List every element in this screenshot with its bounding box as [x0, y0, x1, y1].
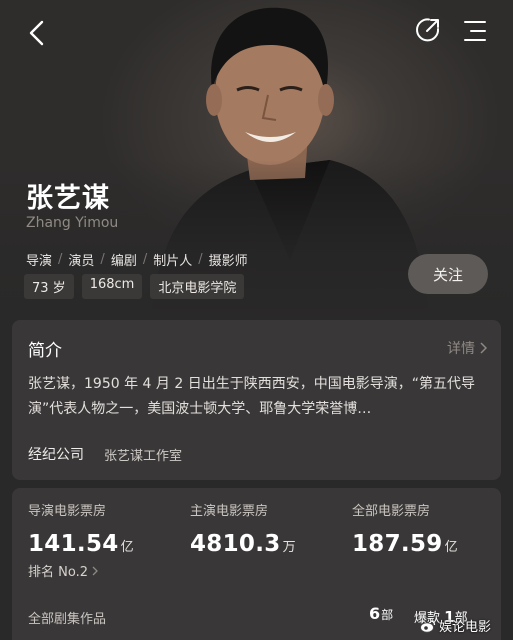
directed-box-office[interactable]: 导演电影票房 141.54 亿 排名 No.2 [28, 500, 134, 580]
intro-card: 简介 详情 张艺谋，1950 年 4 月 2 日出生于陕西西安，中国电影导演，“… [12, 320, 501, 480]
agency-value[interactable]: 张艺谋工作室 [104, 445, 182, 464]
role-item: 制片人 [153, 254, 193, 269]
role-item: 演员 [68, 254, 95, 269]
profile-tags: 73 岁 168cm 北京电影学院 [24, 274, 245, 299]
intro-text[interactable]: 张艺谋，1950 年 4 月 2 日出生于陕西西安，中国电影导演，“第五代导演”… [28, 372, 488, 422]
works-label: 全部剧集作品 [28, 612, 107, 627]
height-tag: 168cm [81, 274, 143, 299]
agency-label: 经纪公司 [28, 447, 84, 463]
starred-value: 4810.3 [190, 531, 281, 557]
age-tag: 73 岁 [24, 274, 74, 299]
directed-label: 导演电影票房 [28, 504, 107, 519]
person-name: 张艺谋 [26, 183, 110, 214]
share-icon[interactable] [414, 16, 442, 44]
works-unit: 部 [381, 608, 394, 622]
role-item: 导演 [26, 254, 53, 269]
chevron-right-icon [92, 566, 98, 575]
directed-value: 141.54 [28, 531, 119, 557]
detail-link[interactable]: 详情 [447, 338, 487, 358]
starred-box-office[interactable]: 主演电影票房 4810.3 万 [190, 500, 296, 557]
all-unit: 亿 [444, 540, 458, 555]
watermark-text: 娱论电影 [439, 620, 492, 635]
school-tag: 北京电影学院 [150, 274, 245, 299]
role-item: 编剧 [110, 254, 137, 269]
follow-button[interactable]: 关注 [408, 254, 488, 294]
weibo-icon [420, 619, 436, 632]
rank-link[interactable]: 排名 No.2 [28, 561, 134, 580]
intro-title: 简介 [28, 341, 62, 361]
all-value: 187.59 [352, 531, 443, 557]
works-count-link[interactable]: 6部 [369, 604, 393, 623]
rank-label: 排名 No.2 [28, 565, 88, 580]
role-list: 导演 / 演员 / 编剧 / 制片人 / 摄影师 [26, 252, 248, 269]
watermark: 娱论电影 [420, 616, 491, 635]
works-count: 6 [369, 604, 381, 623]
chevron-left-icon[interactable] [24, 18, 50, 48]
all-label: 全部电影票房 [352, 504, 431, 519]
starred-label: 主演电影票房 [190, 504, 269, 519]
role-item: 摄影师 [208, 254, 248, 269]
detail-label: 详情 [447, 341, 475, 357]
menu-icon[interactable] [462, 18, 488, 44]
chevron-right-icon [480, 342, 487, 354]
person-name-en: Zhang Yimou [26, 215, 119, 231]
directed-unit: 亿 [120, 540, 134, 555]
all-box-office[interactable]: 全部电影票房 187.59 亿 [352, 500, 458, 557]
hero-header: 张艺谋 Zhang Yimou 导演 / 演员 / 编剧 / 制片人 / 摄影师… [0, 0, 513, 320]
starred-unit: 万 [282, 540, 296, 555]
